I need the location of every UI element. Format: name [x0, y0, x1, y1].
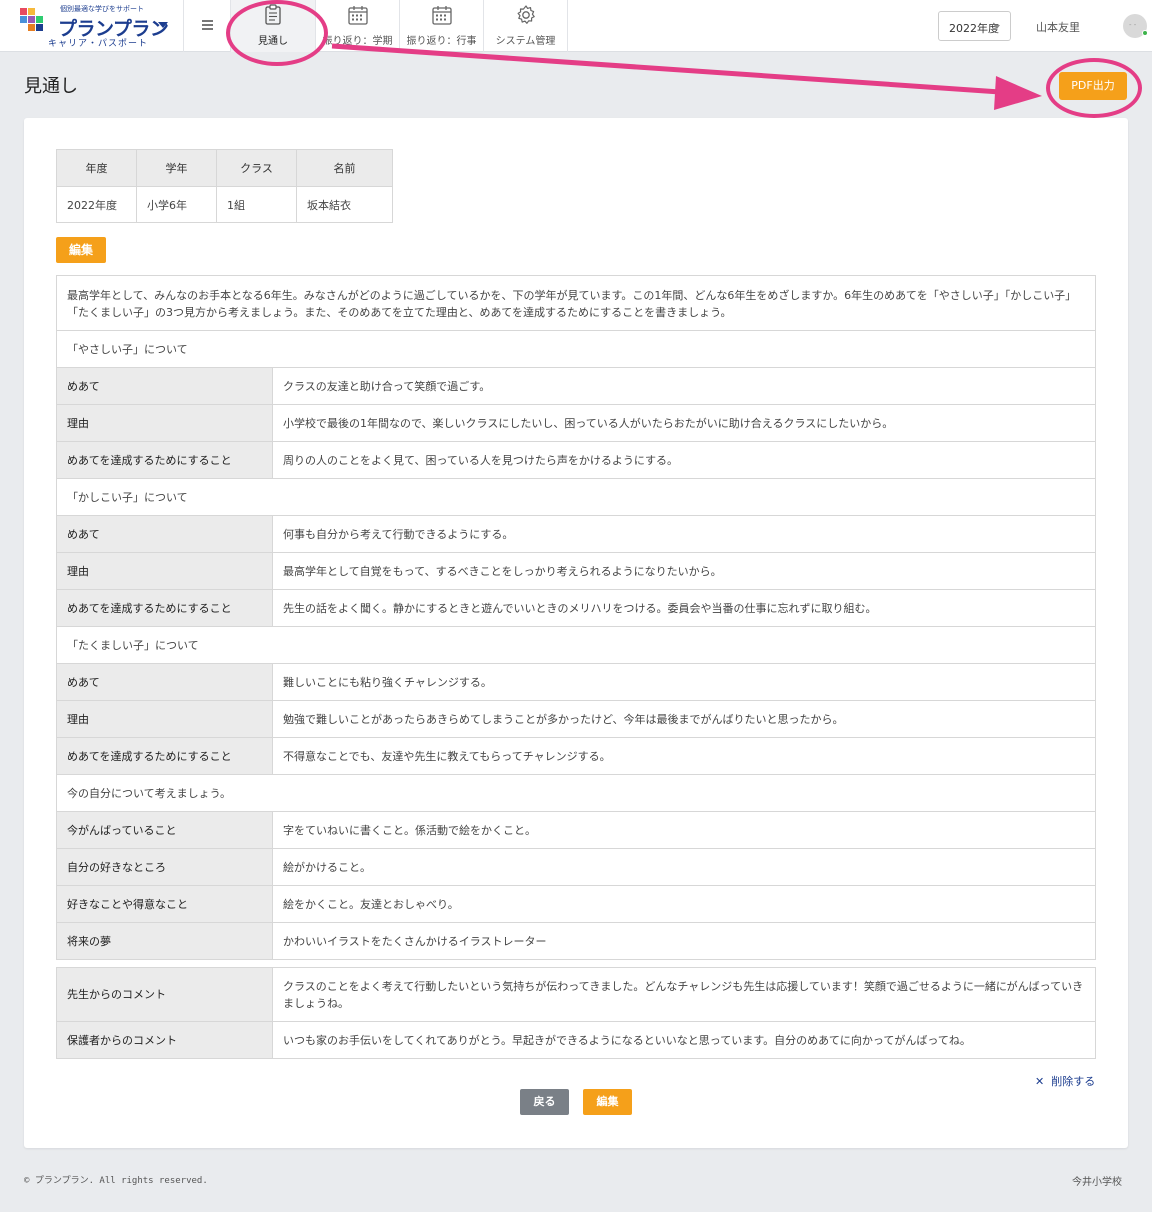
section-heading: 今の自分について考えましょう。 — [56, 774, 1096, 812]
outlook-table: 最高学年として、みんなのお手本となる6年生。みなさんがどのように過ごしているかを… — [56, 275, 1096, 960]
logo-tagline: 個別最適な学びをサポート — [60, 5, 144, 13]
row-label: めあてを達成するためにすること — [56, 737, 273, 775]
row-label: めあて — [56, 367, 273, 405]
row-label: 好きなことや得意なこと — [56, 885, 273, 923]
row-value: クラスの友達と助け合って笑顔で過ごす。 — [272, 367, 1096, 405]
row-label: めあてを達成するためにすること — [56, 589, 273, 627]
delete-link[interactable]: ✕ 削除する — [1035, 1073, 1095, 1089]
class-cell: 1組 — [216, 186, 297, 223]
row-value: 最高学年として自覚をもって、するべきことをしっかり考えられるようになりたいから。 — [272, 552, 1096, 590]
header-cell: 年度 — [56, 149, 137, 187]
close-icon: ✕ — [1035, 1075, 1045, 1088]
page-title: 見通し — [24, 76, 78, 97]
row-value: 勉強で難しいことがあったらあきらめてしまうことが多かったけど、今年は最後までがん… — [272, 700, 1096, 738]
comments-table: 先生からのコメント クラスのことをよく考えて行動したいという気持ちが伝わってきまし… — [56, 967, 1096, 1059]
header-cell: 名前 — [296, 149, 393, 187]
row-label: めあてを達成するためにすること — [56, 441, 273, 479]
row-label: 将来の夢 — [56, 922, 273, 960]
section-heading: 「やさしい子」について — [56, 330, 1096, 368]
pdf-export-button[interactable]: PDF出力 — [1059, 72, 1127, 100]
footer-school: 今井小学校 — [1072, 1177, 1122, 1188]
row-label: 先生からのコメント — [56, 967, 273, 1022]
section-heading: 「かしこい子」について — [56, 478, 1096, 516]
menu-icon[interactable] — [198, 18, 216, 34]
header-cell: クラス — [216, 149, 297, 187]
back-button[interactable]: 戻る — [520, 1089, 569, 1115]
row-value: 先生の話をよく聞く。静かにするときと遊んでいいときのメリハリをつける。委員会や当… — [272, 589, 1096, 627]
name-cell: 坂本結衣 — [296, 186, 393, 223]
row-label: めあて — [56, 663, 273, 701]
delete-label: 削除する — [1051, 1075, 1096, 1088]
row-label: 理由 — [56, 552, 273, 590]
row-value: かわいいイラストをたくさんかけるイラストレーター — [272, 922, 1096, 960]
row-value: 絵がかけること。 — [272, 848, 1096, 886]
chevron-down-icon[interactable] — [158, 22, 168, 28]
logo-subtitle: キャリア・パスポート — [48, 39, 149, 49]
row-value: 難しいことにも粘り強くチャレンジする。 — [272, 663, 1096, 701]
footer-copyright: © プランプラン. All rights reserved. — [24, 1176, 208, 1186]
annotation-arrow-icon — [331, 43, 1042, 110]
content-card: 年度 学年 クラス 名前 2022年度 小学6年 1組 坂本結衣 編集 最高学年… — [24, 118, 1128, 1148]
grade-cell: 小学6年 — [136, 186, 217, 223]
row-value: 何事も自分から考えて行動できるようにする。 — [272, 515, 1096, 553]
row-value: 不得意なことでも、友達や先生に教えてもらってチャレンジする。 — [272, 737, 1096, 775]
caret-down-icon — [994, 25, 1000, 29]
edit-button-bottom[interactable]: 編集 — [583, 1089, 632, 1115]
row-label: 自分の好きなところ — [56, 848, 273, 886]
row-label: 保護者からのコメント — [56, 1021, 273, 1059]
logo-mark-icon — [20, 8, 43, 31]
student-info-table: 年度 学年 クラス 名前 2022年度 小学6年 1組 坂本結衣 — [56, 149, 393, 223]
app-logo[interactable]: 個別最適な学びをサポート プランプラン キャリア・パスポート — [18, 4, 183, 49]
edit-button[interactable]: 編集 — [56, 237, 106, 263]
row-value: 小学校で最後の1年間なので、楽しいクラスにしたいし、困っている人がいたらおたがい… — [272, 404, 1096, 442]
intro-text: 最高学年として、みんなのお手本となる6年生。みなさんがどのように過ごしているかを… — [56, 275, 1096, 331]
header-cell: 学年 — [136, 149, 217, 187]
guardian-comment: いつも家のお手伝いをしてくれてありがとう。早起きができるようになるといいなと思っ… — [272, 1021, 1096, 1059]
row-value: 字をていねいに書くこと。係活動で絵をかくこと。 — [272, 811, 1096, 849]
avatar-placeholder-icon: - - — [1129, 21, 1137, 29]
row-label: 理由 — [56, 404, 273, 442]
year-cell: 2022年度 — [56, 186, 137, 223]
section-heading: 「たくましい子」について — [56, 626, 1096, 664]
row-label: めあて — [56, 515, 273, 553]
online-status-icon — [1142, 30, 1148, 36]
gear-icon — [517, 5, 535, 24]
row-label: 今がんばっていること — [56, 811, 273, 849]
row-label: 理由 — [56, 700, 273, 738]
teacher-comment: クラスのことをよく考えて行動したいという気持ちが伝わってきました。どんなチャレン… — [272, 967, 1096, 1022]
calendar-icon — [347, 6, 368, 25]
calendar-icon — [431, 6, 452, 25]
row-value: 絵をかくこと。友達とおしゃべり。 — [272, 885, 1096, 923]
row-value: 周りの人のことをよく見て、困っている人を見つけたら声をかけるようにする。 — [272, 441, 1096, 479]
divider — [183, 0, 184, 52]
